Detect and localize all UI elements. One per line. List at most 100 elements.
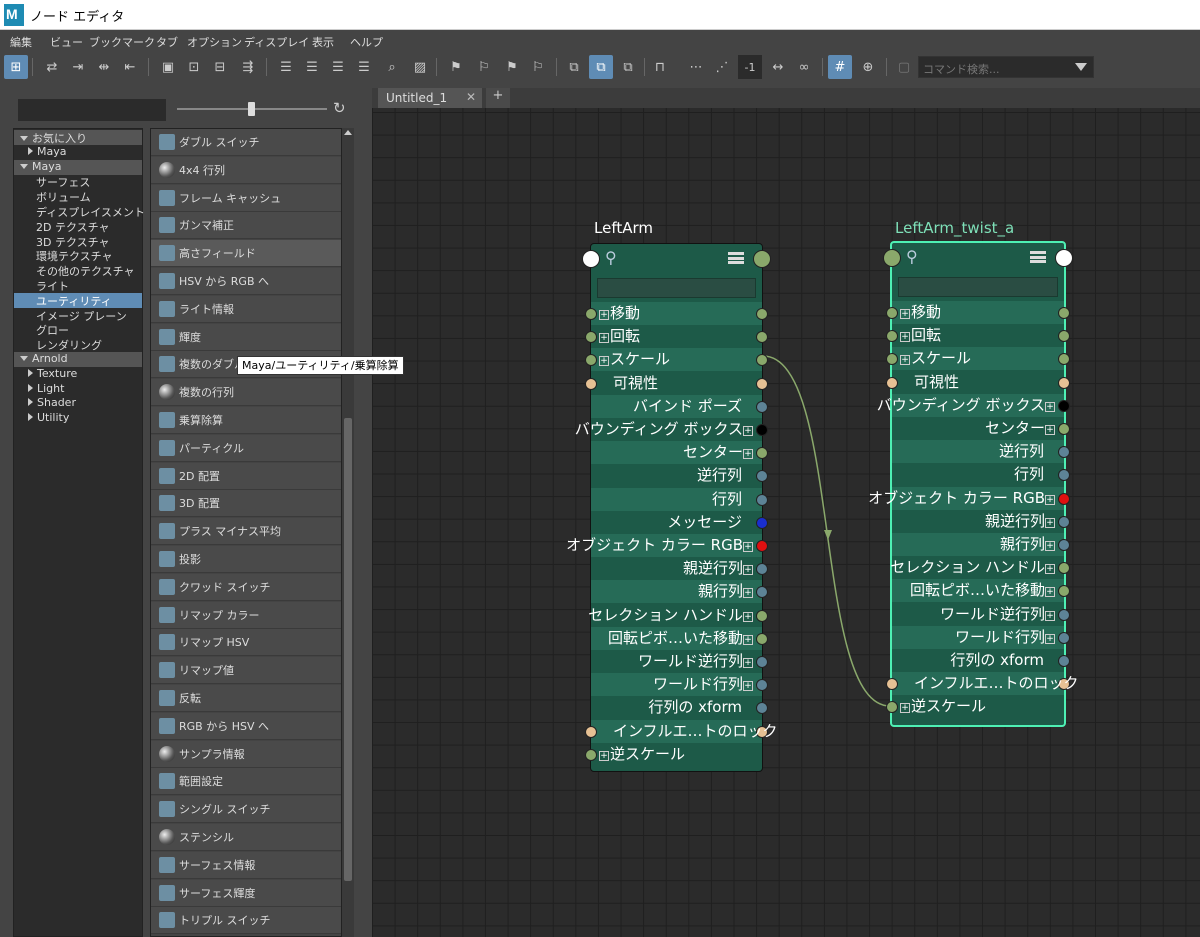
output-port[interactable] [1058,423,1070,435]
node-list-item[interactable]: HSV から RGB へ [151,268,341,295]
expand-plus-icon[interactable]: + [900,309,910,319]
output-port[interactable] [756,447,768,460]
grid-icon[interactable]: # [828,55,852,79]
output-port[interactable] [1058,515,1070,528]
node-attribute-row[interactable]: オブジェクト カラー RGB+ [566,534,768,557]
graph-canvas[interactable]: LeftArm LeftArm_twist_a ⚲ + 移動 + 回転 + スケール 可視性バ… [372,108,1200,937]
input-port[interactable] [886,678,898,691]
node-attribute-row[interactable]: 可視性 [886,370,1070,394]
output-port[interactable] [756,424,768,436]
expand-plus-icon[interactable]: + [599,356,609,367]
node-list-scrollbar[interactable] [342,128,354,937]
node-list-item[interactable]: 3D 配置 [151,490,341,518]
node-attribute-row[interactable]: 回転ピボ…いた移動+ [591,626,768,650]
expand-plus-icon[interactable]: + [900,703,910,714]
node-attribute-row[interactable]: + 逆スケール [886,695,1064,719]
node-attribute-row[interactable]: + 移動 [886,301,1070,324]
grid-snap-icon[interactable]: ⋯ [684,55,708,79]
expand-plus-icon[interactable]: + [743,634,753,645]
input-port[interactable] [585,308,597,320]
input-port[interactable] [585,748,597,761]
frame-selected-icon[interactable]: ⊡ [182,55,206,79]
lock-icon[interactable]: ⊓ [648,55,672,79]
node-attribute-row[interactable]: ワールド逆行列+ [892,602,1070,626]
input-port[interactable] [886,701,898,714]
relayout-icon[interactable]: ⇶ [236,55,260,79]
output-port[interactable] [756,331,768,344]
tree-item[interactable]: イメージ プレーン [14,308,142,323]
message-out-port[interactable] [1055,249,1073,267]
node-filter-input[interactable] [898,277,1058,297]
output-port[interactable] [1058,562,1070,575]
node-attribute-row[interactable]: インフルエ…トのロック [886,672,1079,696]
node-attribute-row[interactable]: ワールド行列+ [591,673,768,697]
expand-plus-icon[interactable]: + [599,333,609,344]
node-leftarm-twist-a[interactable]: ⚲ + 移動 + 回転 + スケール 可視性 バウンディング ボックス+ センター+ 逆行列 行列 オブ… [868,241,1079,727]
output-port[interactable] [1058,492,1070,505]
output-connections-icon[interactable]: ⇤ [118,55,142,79]
input-output-icon[interactable]: ⇹ [92,55,116,79]
node-attribute-row[interactable]: + 移動 [585,302,768,325]
full-mode-icon[interactable]: ☰ [326,55,350,79]
input-port[interactable] [585,331,597,344]
infinity-icon[interactable]: ∞ [792,55,816,79]
node-attribute-row[interactable]: バインド ポーズ [591,394,768,418]
input-port[interactable] [886,376,898,389]
expand-plus-icon[interactable]: + [1045,517,1055,528]
expand-arrow-icon[interactable] [20,136,28,141]
node-attribute-row[interactable]: セレクション ハンドル+ [890,556,1070,580]
tree-item[interactable]: 環境テクスチャ [14,248,142,263]
node-attribute-row[interactable]: 行列の xform [591,696,768,720]
tab-untitled-1[interactable]: Untitled_1 ✕ [378,88,482,108]
expand-icon[interactable]: ↔ [766,55,790,79]
node-list-item[interactable]: サーフェス輝度 [151,879,341,907]
message-in-port[interactable] [883,249,901,267]
graph-icon[interactable]: ⧉ [562,55,586,79]
node-list-item[interactable]: サーフェス情報 [151,851,341,879]
expand-plus-icon[interactable]: + [599,750,609,761]
tree-item[interactable]: Maya [14,159,142,175]
tree-item[interactable]: お気に入り [14,130,142,145]
node-list-item[interactable]: トリプル スイッチ [151,907,341,935]
tree-item[interactable]: ユーティリティ [14,292,142,308]
node-list-item[interactable]: ガンマ補正 [151,212,341,240]
node-attribute-row[interactable]: バウンディング ボックス+ [877,393,1070,417]
menu-tabs[interactable]: タブ [156,34,178,50]
refresh-icon[interactable]: ↻ [333,99,351,117]
dropdown-arrow-icon[interactable] [1075,63,1087,71]
input-port[interactable] [585,377,597,390]
output-port[interactable] [756,586,768,599]
node-attribute-row[interactable]: 親行列+ [892,533,1070,556]
node-list-item[interactable]: サンプラ情報 [151,740,341,768]
node-list-item[interactable]: リマップ HSV [151,629,341,657]
command-search-field[interactable]: コマンド検索... [918,56,1094,78]
expand-arrow-icon[interactable] [20,163,28,169]
add-node-icon[interactable]: ⊞ [4,55,28,79]
pin-icon[interactable]: ⚑ [444,55,468,79]
node-list-item[interactable]: 乗算除算 [151,407,341,434]
collapse-arrow-icon[interactable] [28,368,33,377]
output-port[interactable] [756,656,768,668]
output-port[interactable] [756,540,768,552]
menu-view[interactable]: ビュー [50,34,83,50]
node-list-item[interactable]: 2D 配置 [151,462,341,490]
node-menu-icon[interactable] [1030,251,1046,263]
graph-refresh-icon[interactable]: ⧉ [616,55,640,79]
tree-item[interactable]: Texture [14,367,142,382]
node-attribute-row[interactable]: + スケール [886,347,1070,371]
node-attribute-row[interactable]: 回転ピボ…いた移動+ [892,579,1070,603]
connected-mode-icon[interactable]: ☰ [300,55,324,79]
tree-item[interactable]: サーフェス [14,174,142,189]
expand-plus-icon[interactable]: + [1045,564,1055,575]
expand-plus-icon[interactable]: + [599,310,609,320]
output-port[interactable] [1058,446,1070,459]
pin-toggle-icon[interactable]: ⚐ [526,55,550,79]
input-port[interactable] [886,330,898,343]
output-port[interactable] [756,354,768,367]
node-list-item[interactable]: 投影 [151,546,341,573]
node-attribute-row[interactable]: + 回転 [585,325,768,349]
tree-item[interactable]: Light [14,382,142,397]
node-attribute-row[interactable]: 親行列+ [591,580,768,604]
pin-remove-icon[interactable]: ⚑ [500,55,524,79]
output-port[interactable] [756,632,768,645]
